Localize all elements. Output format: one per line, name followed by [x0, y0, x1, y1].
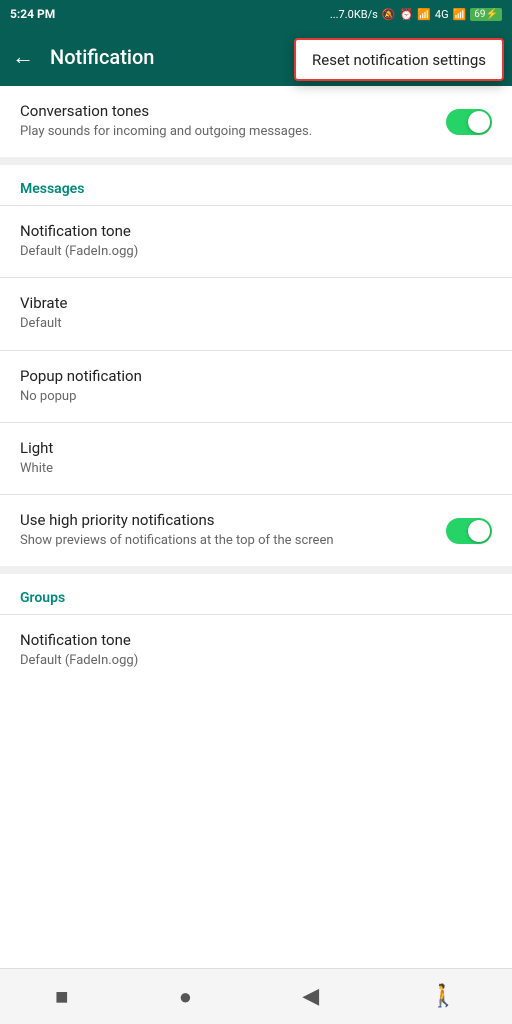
notification-tone-item[interactable]: Notification tone Default (FadeIn.ogg): [0, 206, 512, 277]
notification-tone-text: Notification tone Default (FadeIn.ogg): [20, 222, 492, 261]
lte-icon: 4G: [435, 8, 449, 21]
light-item[interactable]: Light White: [0, 423, 512, 494]
home-button[interactable]: ●: [179, 984, 192, 1010]
group-notification-tone-text: Notification tone Default (FadeIn.ogg): [20, 631, 492, 670]
high-priority-item[interactable]: Use high priority notifications Show pre…: [0, 495, 512, 566]
status-time: 5:24 PM: [10, 7, 55, 21]
status-icons: ...7.0KB/s 🔕 ⏰ 📶 4G 📶 69 ⚡: [330, 8, 502, 21]
popup-menu[interactable]: Reset notification settings: [294, 38, 504, 81]
bottom-nav: ■ ● ◀ 🚶: [0, 968, 512, 1024]
app-bar: ← Notification Reset notification settin…: [0, 28, 512, 86]
group-notification-tone-subtitle: Default (FadeIn.ogg): [20, 652, 492, 670]
conversation-tones-subtitle: Play sounds for incoming and outgoing me…: [20, 123, 446, 141]
group-notification-tone-item[interactable]: Notification tone Default (FadeIn.ogg): [0, 615, 512, 686]
status-bar: 5:24 PM ...7.0KB/s 🔕 ⏰ 📶 4G 📶 69 ⚡: [0, 0, 512, 28]
recent-apps-button[interactable]: ■: [55, 984, 68, 1010]
high-priority-subtitle: Show previews of notifications at the to…: [20, 532, 446, 550]
section-divider-1: [0, 157, 512, 165]
vibrate-title: Vibrate: [20, 294, 492, 312]
popup-notification-item[interactable]: Popup notification No popup: [0, 351, 512, 422]
signal-icon: 📶: [417, 8, 431, 21]
notification-tone-subtitle: Default (FadeIn.ogg): [20, 243, 492, 261]
conversation-tones-text: Conversation tones Play sounds for incom…: [20, 102, 446, 141]
reset-notification-settings-item[interactable]: Reset notification settings: [312, 51, 486, 69]
messages-section-header: Messages: [0, 165, 512, 205]
light-text: Light White: [20, 439, 492, 478]
toggle-knob-2: [468, 520, 490, 542]
group-notification-tone-title: Notification tone: [20, 631, 492, 649]
vibrate-item[interactable]: Vibrate Default: [0, 278, 512, 349]
section-divider-2: [0, 566, 512, 574]
settings-content: Conversation tones Play sounds for incom…: [0, 86, 512, 968]
accessibility-button[interactable]: 🚶: [429, 984, 456, 1009]
light-subtitle: White: [20, 460, 492, 478]
back-nav-button[interactable]: ◀: [302, 984, 319, 1009]
high-priority-text: Use high priority notifications Show pre…: [20, 511, 446, 550]
battery-icon: 69 ⚡: [470, 8, 502, 21]
popup-notification-text: Popup notification No popup: [20, 367, 492, 406]
groups-section-header: Groups: [0, 574, 512, 614]
toggle-knob: [468, 111, 490, 133]
high-priority-title: Use high priority notifications: [20, 511, 446, 529]
conversation-tones-title: Conversation tones: [20, 102, 446, 120]
alarm-icon: ⏰: [400, 8, 414, 21]
network-speed: ...7.0KB/s: [330, 8, 378, 21]
back-button[interactable]: ←: [12, 44, 34, 70]
conversation-tones-item[interactable]: Conversation tones Play sounds for incom…: [0, 86, 512, 157]
vibrate-text: Vibrate Default: [20, 294, 492, 333]
signal-icon2: 📶: [453, 8, 467, 21]
popup-notification-title: Popup notification: [20, 367, 492, 385]
high-priority-toggle[interactable]: [446, 518, 492, 544]
vibrate-icon: 🔕: [382, 8, 396, 21]
conversation-tones-toggle[interactable]: [446, 109, 492, 135]
light-title: Light: [20, 439, 492, 457]
notification-tone-title: Notification tone: [20, 222, 492, 240]
popup-notification-subtitle: No popup: [20, 388, 492, 406]
vibrate-subtitle: Default: [20, 315, 492, 333]
